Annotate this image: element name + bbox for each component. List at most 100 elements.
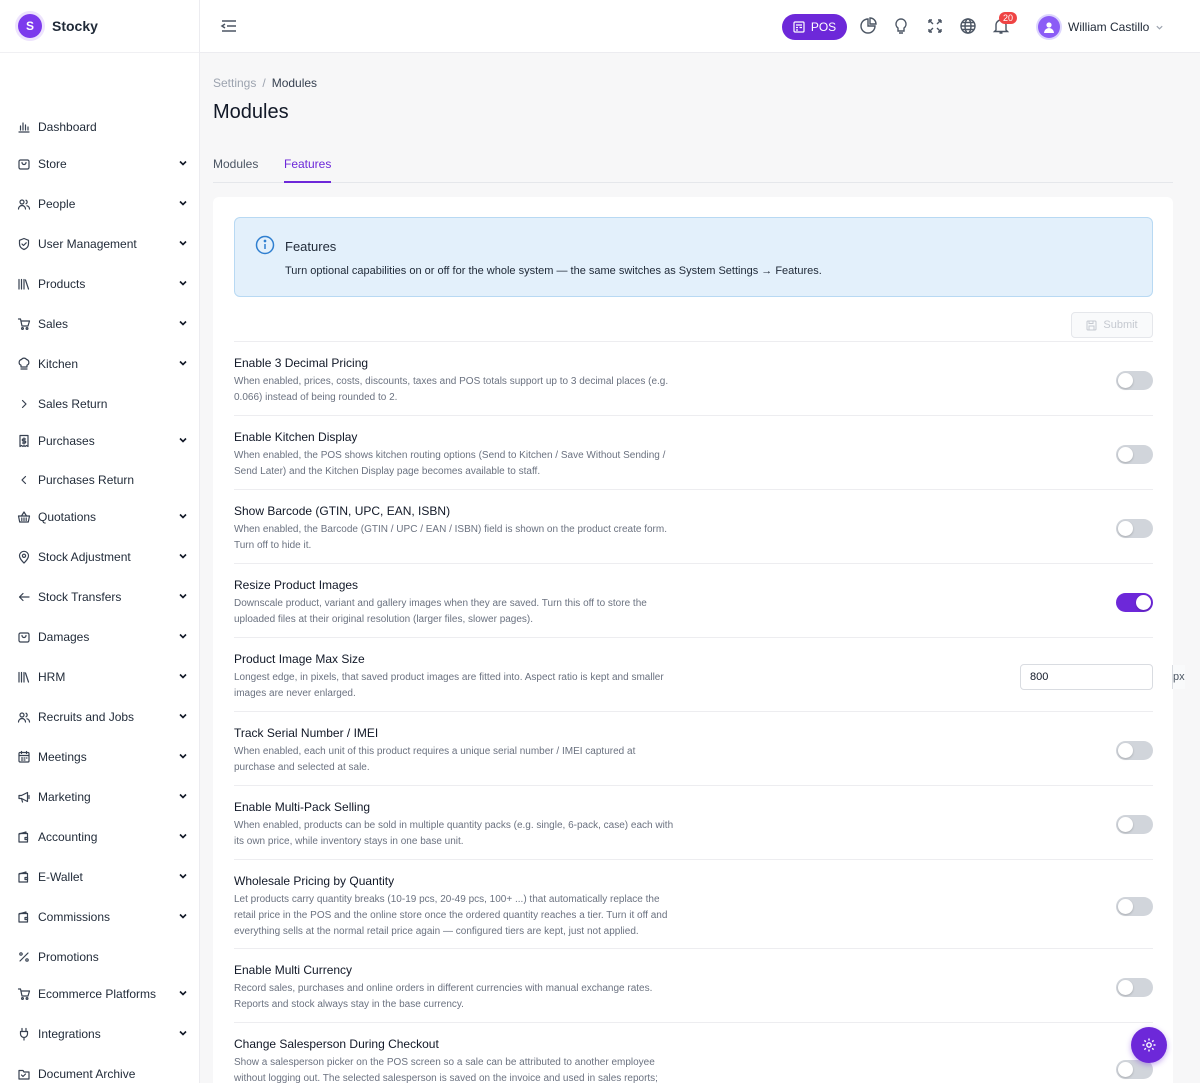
- feature-title: Product Image Max Size: [234, 652, 365, 666]
- breadcrumb-parent[interactable]: Settings: [213, 76, 256, 90]
- feature-toggle[interactable]: [1116, 519, 1153, 538]
- cart-icon: [17, 987, 31, 1001]
- feature-toggle[interactable]: [1116, 593, 1153, 612]
- calendar-icon: [17, 750, 31, 764]
- page-title: Modules: [213, 101, 289, 123]
- feature-title: Track Serial Number / IMEI: [234, 726, 379, 740]
- gear-icon: [1142, 1038, 1156, 1052]
- chevron-down-icon[interactable]: [178, 158, 188, 168]
- sidebar-item-kitchen[interactable]: Kitchen: [0, 353, 200, 375]
- chevron-down-icon[interactable]: [178, 435, 188, 445]
- toggle-knob: [1136, 595, 1151, 610]
- fullscreen-icon[interactable]: [926, 17, 944, 35]
- sidebar-item-stock-transfers[interactable]: Stock Transfers: [0, 586, 200, 608]
- sidebar-item-stock-adjustment[interactable]: Stock Adjustment: [0, 546, 200, 568]
- tabs: Modules Features: [213, 150, 1173, 183]
- percent-icon: [17, 950, 31, 964]
- sidebar-item-ecommerce-platforms[interactable]: Ecommerce Platforms: [0, 983, 200, 1005]
- tab-features[interactable]: Features: [284, 157, 332, 183]
- chevron-down-icon[interactable]: [178, 791, 188, 801]
- sidebar-item-label: Document Archive: [38, 1067, 136, 1081]
- sidebar-item-store[interactable]: Store: [0, 153, 200, 175]
- sidebar-item-user-management[interactable]: User Management: [0, 233, 200, 255]
- feature-description: When enabled, the Barcode (GTIN / UPC / …: [234, 524, 667, 551]
- sidebar-item-accounting[interactable]: Accounting: [0, 826, 200, 848]
- breadcrumb-separator: /: [262, 76, 266, 90]
- feature-toggle[interactable]: [1116, 371, 1153, 390]
- chevron-down-icon[interactable]: [178, 911, 188, 921]
- sidebar-item-sales[interactable]: Sales: [0, 313, 200, 335]
- globe-icon[interactable]: [959, 17, 977, 35]
- chevron-down-icon[interactable]: [178, 591, 188, 601]
- brand[interactable]: S Stocky: [0, 0, 199, 53]
- feature-toggle[interactable]: [1116, 897, 1153, 916]
- pie-chart-icon[interactable]: [859, 17, 877, 35]
- menu-toggle-icon[interactable]: [220, 17, 238, 35]
- sidebar-item-damages[interactable]: Damages: [0, 626, 200, 648]
- sidebar-item-people[interactable]: People: [0, 193, 200, 215]
- chevron-down-icon[interactable]: [178, 671, 188, 681]
- sidebar-item-commissions[interactable]: Commissions: [0, 906, 200, 928]
- toggle-knob: [1118, 521, 1133, 536]
- sidebar-item-label: Purchases Return: [38, 473, 135, 487]
- people-icon: [17, 197, 31, 211]
- pos-button[interactable]: POS: [782, 14, 847, 40]
- feature-toggle[interactable]: [1116, 445, 1153, 464]
- sidebar-item-label: Marketing: [38, 790, 91, 804]
- chevron-down-icon[interactable]: [178, 551, 188, 561]
- sidebar-item-label: Stock Adjustment: [38, 550, 131, 564]
- chevron-down-icon[interactable]: [178, 711, 188, 721]
- chevron-down-icon[interactable]: [178, 631, 188, 641]
- submit-button[interactable]: Submit: [1071, 312, 1153, 338]
- avatar: [1038, 16, 1060, 38]
- feature-description: Downscale product, variant and gallery i…: [234, 598, 647, 625]
- sidebar-item-hrm[interactable]: HRM: [0, 666, 200, 688]
- sidebar-item-quotations[interactable]: Quotations: [0, 506, 200, 528]
- feature-description: When enabled, each unit of this product …: [234, 746, 636, 773]
- feature-title: Show Barcode (GTIN, UPC, EAN, ISBN): [234, 504, 451, 518]
- submit-button-label: Submit: [1103, 319, 1138, 331]
- feature-description: Longest edge, in pixels, that saved prod…: [234, 672, 664, 699]
- chevron-down-icon[interactable]: [178, 278, 188, 288]
- sidebar-item-purchases-return[interactable]: Purchases Return: [0, 469, 200, 491]
- sidebar-item-products[interactable]: Products: [0, 273, 200, 295]
- sidebar-item-meetings[interactable]: Meetings: [0, 746, 200, 768]
- sidebar-item-integrations[interactable]: Integrations: [0, 1023, 200, 1045]
- chevron-down-icon[interactable]: [178, 238, 188, 248]
- sidebar-item-label: Sales: [38, 317, 69, 331]
- chevron-down-icon[interactable]: [178, 751, 188, 761]
- feature-title: Change Salesperson During Checkout: [234, 1037, 439, 1051]
- lightbulb-icon[interactable]: [892, 17, 910, 35]
- chevron-down-icon[interactable]: [178, 318, 188, 328]
- chevron-down-icon[interactable]: [178, 358, 188, 368]
- sidebar-item-sales-return[interactable]: Sales Return: [0, 393, 200, 415]
- feature-toggle[interactable]: [1116, 741, 1153, 760]
- basket-icon: [17, 510, 31, 524]
- sidebar-item-dashboard[interactable]: Dashboard: [0, 116, 200, 138]
- sidebar-item-e-wallet[interactable]: E-Wallet: [0, 866, 200, 888]
- features-card: Features Turn optional capabilities on o…: [213, 197, 1185, 1083]
- chevron-down-icon[interactable]: [178, 988, 188, 998]
- feature-title: Enable Kitchen Display: [234, 430, 358, 444]
- chevron-down-icon[interactable]: [178, 831, 188, 841]
- sidebar-item-purchases[interactable]: Purchases: [0, 430, 200, 452]
- user-menu[interactable]: William Castillo: [1038, 14, 1164, 40]
- chevron-down-icon[interactable]: [178, 198, 188, 208]
- image-max-size-input[interactable]: [1021, 665, 1172, 689]
- store-bag-icon: [17, 157, 31, 171]
- shield-check-icon: [17, 237, 31, 251]
- sidebar-item-recruits-and-jobs[interactable]: Recruits and Jobs: [0, 706, 200, 728]
- chevron-down-icon[interactable]: [178, 871, 188, 881]
- sidebar-item-label: Dashboard: [38, 120, 97, 134]
- tab-modules[interactable]: Modules: [213, 157, 258, 181]
- sidebar-item-document-archive[interactable]: Document Archive: [0, 1063, 200, 1083]
- sidebar-item-promotions[interactable]: Promotions: [0, 946, 200, 968]
- info-title: Features: [285, 239, 337, 254]
- feature-row: Wholesale Pricing by Quantity Let product…: [234, 859, 1153, 948]
- settings-fab[interactable]: [1131, 1027, 1167, 1063]
- feature-toggle[interactable]: [1116, 815, 1153, 834]
- chevron-down-icon[interactable]: [178, 1028, 188, 1038]
- sidebar-item-marketing[interactable]: Marketing: [0, 786, 200, 808]
- chevron-down-icon[interactable]: [178, 511, 188, 521]
- feature-toggle[interactable]: [1116, 978, 1153, 997]
